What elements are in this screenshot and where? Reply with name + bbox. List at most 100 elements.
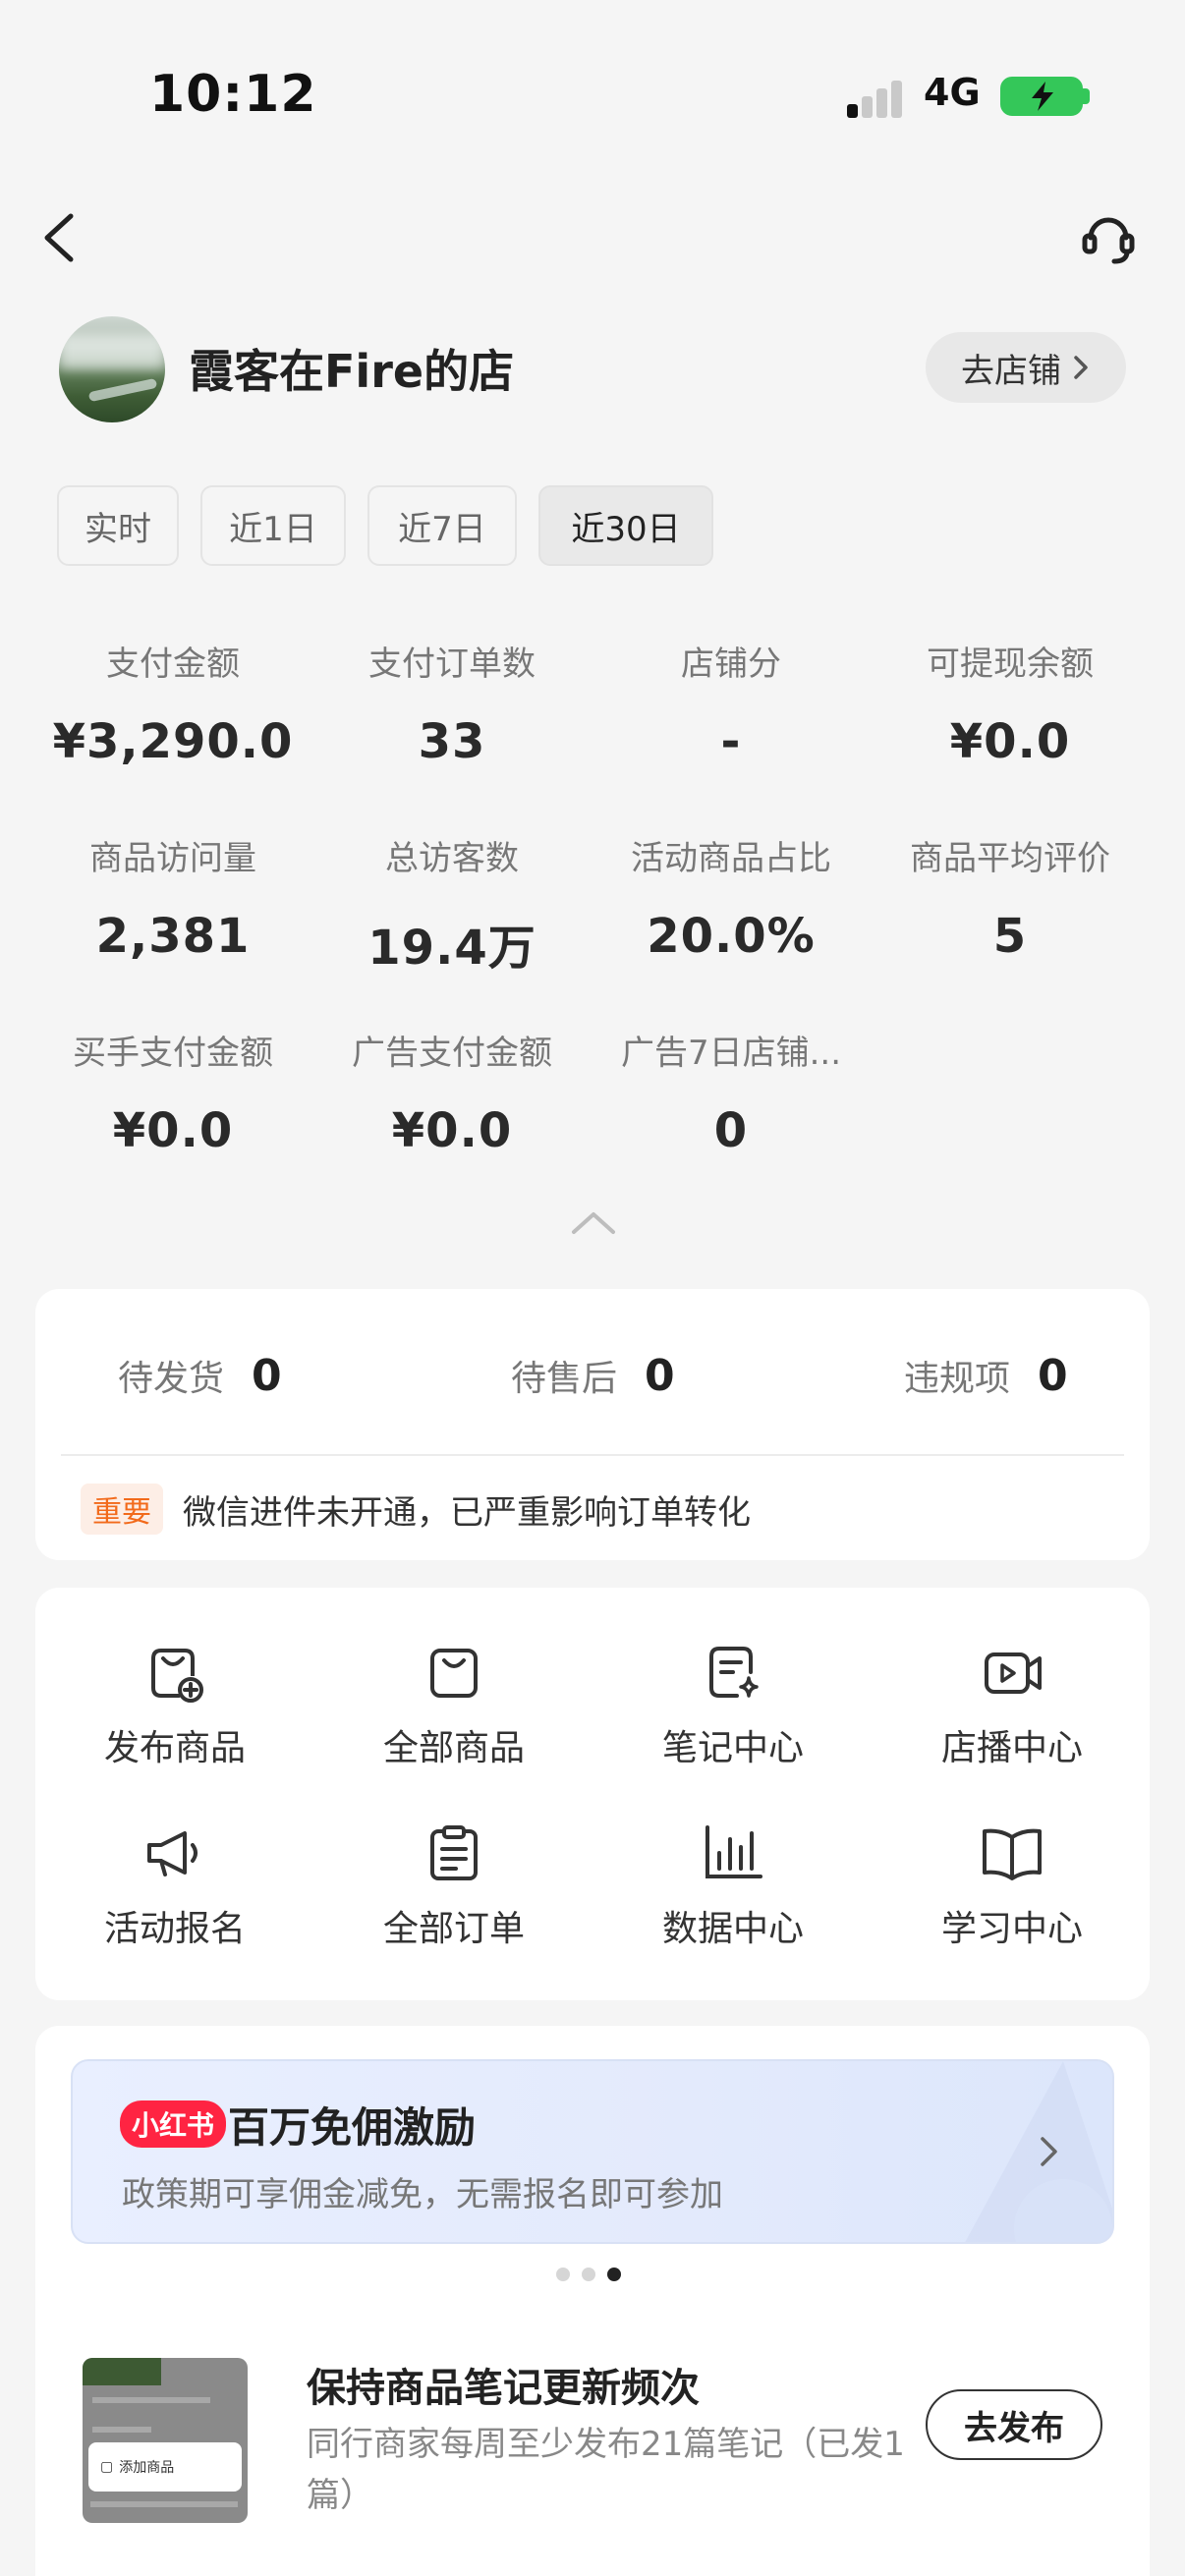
qa-campaign-signup[interactable]: 活动报名: [35, 1818, 314, 1951]
important-notice[interactable]: 重要 微信进件未开通，已严重影响订单转化: [81, 1484, 751, 1535]
stat-average-rating[interactable]: 商品平均评价 5: [871, 831, 1150, 964]
stat-label: 商品访问量: [89, 839, 256, 878]
battery-icon: [1000, 77, 1083, 116]
quick-actions-card: 发布商品 全部商品 笔记中心 店播中心 活动报名 全部订单 数据中心 学习中心: [35, 1588, 1150, 2000]
signal-strength-icon: [847, 79, 906, 118]
thumb-add-product-label: 添加商品: [119, 2460, 175, 2476]
period-tabs: 实时 近1日 近7日 近30日: [57, 485, 713, 566]
chevron-up-icon: [572, 1212, 615, 1234]
stat-buyer-payment[interactable]: 买手支付金额 ¥0.0: [33, 1026, 312, 1158]
divider: [61, 1454, 1124, 1456]
publish-button[interactable]: 去发布: [926, 2389, 1102, 2460]
stat-value: ¥3,290.0: [52, 714, 294, 769]
stat-value: 20.0%: [647, 909, 816, 964]
todo-label: 待售后: [511, 1359, 618, 1399]
bag-icon: [430, 1649, 478, 1698]
stat-value: 33: [418, 714, 486, 769]
megaphone-icon: [147, 1831, 198, 1876]
customer-service-button[interactable]: [1077, 208, 1140, 267]
store-avatar[interactable]: [59, 316, 165, 422]
todo-card: 待发货 0 待售后 0 违规项 0 重要 微信进件未开通，已严重影响订单转化: [35, 1289, 1150, 1560]
stat-payment-amount[interactable]: 支付金额 ¥3,290.0: [33, 637, 312, 769]
stat-total-visitors[interactable]: 总访客数 19.4万: [312, 831, 592, 978]
stat-value: 0: [713, 1103, 749, 1158]
qa-publish-product[interactable]: 发布商品: [35, 1637, 314, 1770]
todo-count: 0: [645, 1350, 675, 1401]
stat-label: 总访客数: [385, 839, 519, 878]
qa-label: 全部商品: [382, 1728, 525, 1768]
todo-label: 待发货: [118, 1359, 225, 1399]
stat-value: ¥0.0: [949, 714, 1071, 769]
todo-label: 违规项: [904, 1359, 1011, 1399]
stat-label: 商品平均评价: [910, 839, 1110, 878]
tab-1-day[interactable]: 近1日: [200, 485, 346, 566]
tab-realtime[interactable]: 实时: [57, 485, 179, 566]
store-name: 霞客在Fire的店: [189, 345, 515, 398]
todo-pending-shipment[interactable]: 待发货 0: [118, 1350, 282, 1401]
stat-withdrawable-balance[interactable]: 可提现余额 ¥0.0: [871, 637, 1150, 769]
stat-campaign-product-ratio[interactable]: 活动商品占比 20.0%: [592, 831, 871, 964]
carousel-dot-active[interactable]: [607, 2268, 621, 2281]
stat-label: 活动商品占比: [631, 839, 831, 878]
tab-7-days[interactable]: 近7日: [367, 485, 517, 566]
promo-task-card: 小红书 百万免佣激励 政策期可享佣金减免，无需报名即可参加 ▢ 添加商品 保持商…: [35, 2026, 1150, 2576]
stat-label: 广告支付金额: [352, 1034, 552, 1073]
qa-label: 数据中心: [661, 1909, 804, 1949]
task-description: 同行商家每周至少发布21篇笔记（已发1篇）: [307, 2425, 905, 2515]
battery-tip: [1083, 88, 1090, 104]
collapse-stats-button[interactable]: [570, 1208, 617, 1238]
qa-label: 活动报名: [103, 1909, 246, 1949]
qa-note-center[interactable]: 笔记中心: [593, 1637, 873, 1770]
stat-label: 可提现余额: [927, 644, 1094, 684]
qa-label: 全部订单: [382, 1909, 525, 1949]
live-camera-icon: [985, 1652, 1042, 1694]
qa-all-orders[interactable]: 全部订单: [314, 1818, 593, 1951]
stat-product-visits[interactable]: 商品访问量 2,381: [33, 831, 312, 964]
qa-learning-center[interactable]: 学习中心: [873, 1818, 1152, 1951]
bag-icon: ▢: [100, 2459, 114, 2475]
promo-banner[interactable]: 小红书 百万免佣激励 政策期可享佣金减免，无需报名即可参加: [71, 2059, 1114, 2244]
publish-product-icon: [151, 1649, 203, 1703]
carousel-dot[interactable]: [582, 2268, 595, 2281]
todo-count: 0: [252, 1350, 282, 1401]
thumb-add-product: ▢ 添加商品: [88, 2442, 242, 2492]
carousel-indicator: [556, 2268, 621, 2281]
status-time: 10:12: [149, 65, 317, 124]
qa-label: 店播中心: [940, 1728, 1083, 1768]
book-icon: [983, 1828, 1042, 1880]
important-badge: 重要: [81, 1484, 163, 1535]
clipboard-icon: [430, 1825, 478, 1880]
carousel-dot[interactable]: [556, 2268, 570, 2281]
stat-value: 5: [992, 909, 1028, 964]
stat-ad-payment[interactable]: 广告支付金额 ¥0.0: [312, 1026, 592, 1158]
back-button[interactable]: [37, 208, 86, 267]
bar-chart-icon: [705, 1825, 762, 1878]
notice-text: 微信进件未开通，已严重影响订单转化: [183, 1492, 751, 1533]
qa-label: 发布商品: [103, 1728, 246, 1768]
stat-ad-7day-store[interactable]: 广告7日店铺... 0: [592, 1026, 871, 1158]
stat-store-score[interactable]: 店铺分 -: [592, 637, 871, 769]
stat-value: ¥0.0: [112, 1103, 234, 1158]
todo-pending-after-sales[interactable]: 待售后 0: [511, 1350, 675, 1401]
qa-data-center[interactable]: 数据中心: [593, 1818, 873, 1951]
stat-value: 2,381: [95, 909, 251, 964]
banner-decoration: [965, 2061, 1112, 2242]
qa-label: 笔记中心: [661, 1728, 804, 1768]
stat-order-count[interactable]: 支付订单数 33: [312, 637, 592, 769]
go-store-label: 去店铺: [961, 351, 1061, 391]
stat-label: 买手支付金额: [73, 1034, 273, 1073]
banner-subtitle: 政策期可享佣金减免，无需报名即可参加: [122, 2175, 723, 2214]
todo-violations[interactable]: 违规项 0: [904, 1350, 1068, 1401]
headset-icon: [1082, 217, 1135, 264]
stat-label: 支付金额: [106, 644, 240, 684]
stat-label: 广告7日店铺...: [620, 1034, 842, 1073]
qa-live-center[interactable]: 店播中心: [873, 1637, 1152, 1770]
chevron-right-icon: [1041, 2137, 1057, 2166]
task-title: 保持商品笔记更新频次: [307, 2366, 700, 2411]
qa-label: 学习中心: [940, 1909, 1083, 1949]
network-type: 4G: [924, 71, 981, 114]
tab-30-days[interactable]: 近30日: [538, 485, 713, 566]
go-store-button[interactable]: 去店铺: [926, 332, 1126, 403]
qa-all-products[interactable]: 全部商品: [314, 1637, 593, 1770]
todo-count: 0: [1038, 1350, 1068, 1401]
